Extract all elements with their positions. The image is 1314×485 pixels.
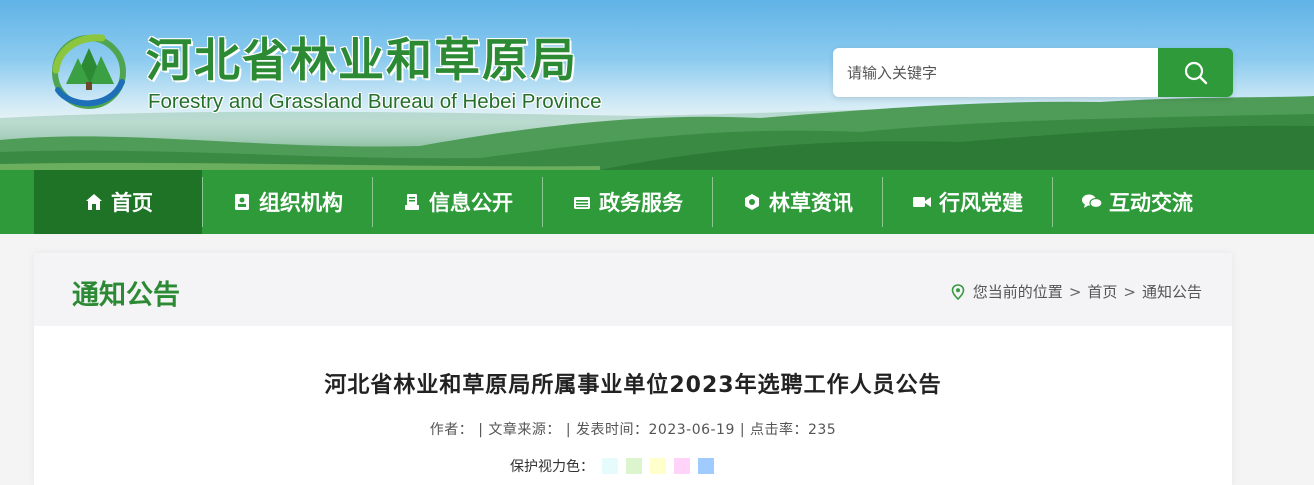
document-icon <box>401 191 423 213</box>
eye-protection-colors: 保护视力色： <box>510 456 714 476</box>
main-nav: 首页 组织机构 信息公开 政务服务 林草资讯 行风党建 互动交流 <box>0 170 1314 234</box>
site-subtitle: Forestry and Grassland Bureau of Hebei P… <box>148 90 602 113</box>
nav-item-info[interactable]: 信息公开 <box>373 170 541 234</box>
breadcrumb: 您当前的位置 > 首页 > 通知公告 <box>951 281 1202 302</box>
nav-item-service[interactable]: 政务服务 <box>543 170 711 234</box>
section-header: 通知公告 您当前的位置 > 首页 > 通知公告 <box>34 253 1232 326</box>
forest-bureau-logo-icon <box>52 34 126 109</box>
news-icon <box>741 191 763 213</box>
color-swatch-yellow[interactable] <box>650 458 666 474</box>
header-banner: 河北省林业和草原局 Forestry and Grassland Bureau … <box>0 0 1314 170</box>
color-swatch-pink[interactable] <box>674 458 690 474</box>
search-button[interactable] <box>1158 48 1233 97</box>
nav-item-label: 行风党建 <box>939 191 1023 215</box>
search-box <box>833 48 1233 97</box>
nav-item-label: 政务服务 <box>599 191 683 215</box>
article-meta: 作者： | 文章来源： | 发表时间：2023-06-19 | 点击率：235 <box>429 422 837 438</box>
nav-item-news[interactable]: 林草资讯 <box>713 170 881 234</box>
nav-item-home[interactable]: 首页 <box>34 170 202 234</box>
chat-icon <box>1081 191 1103 213</box>
nav-item-label: 互动交流 <box>1109 191 1193 215</box>
color-swatch-green[interactable] <box>626 458 642 474</box>
org-icon <box>231 191 253 213</box>
search-icon <box>1184 61 1207 84</box>
search-input[interactable] <box>833 48 1158 97</box>
location-pin-icon <box>951 283 965 300</box>
nav-item-label: 信息公开 <box>429 191 513 215</box>
content-panel: 通知公告 您当前的位置 > 首页 > 通知公告 河北省林业和草原局所属事业单位2… <box>34 253 1232 485</box>
breadcrumb-prefix: 您当前的位置 <box>972 283 1063 301</box>
breadcrumb-separator: > <box>1068 282 1082 301</box>
nav-item-label: 首页 <box>111 191 153 215</box>
home-icon <box>83 191 105 213</box>
camera-icon <box>911 191 933 213</box>
nav-item-interact[interactable]: 互动交流 <box>1053 170 1221 234</box>
nav-item-label: 组织机构 <box>259 191 343 215</box>
service-icon <box>571 191 593 213</box>
site-title: 河北省林业和草原局 <box>146 33 578 87</box>
nav-item-label: 林草资讯 <box>769 191 853 215</box>
section-title: 通知公告 <box>72 280 180 311</box>
color-swatch-cyan[interactable] <box>602 458 618 474</box>
color-swatch-blue[interactable] <box>698 458 714 474</box>
breadcrumb-home-link[interactable]: 首页 <box>1087 281 1117 302</box>
breadcrumb-current-link[interactable]: 通知公告 <box>1142 281 1202 302</box>
article-title: 河北省林业和草原局所属事业单位2023年选聘工作人员公告 <box>324 373 942 398</box>
nav-item-org[interactable]: 组织机构 <box>203 170 371 234</box>
eye-protection-label: 保护视力色： <box>510 459 594 475</box>
nav-item-party[interactable]: 行风党建 <box>883 170 1051 234</box>
breadcrumb-separator: > <box>1123 282 1136 301</box>
